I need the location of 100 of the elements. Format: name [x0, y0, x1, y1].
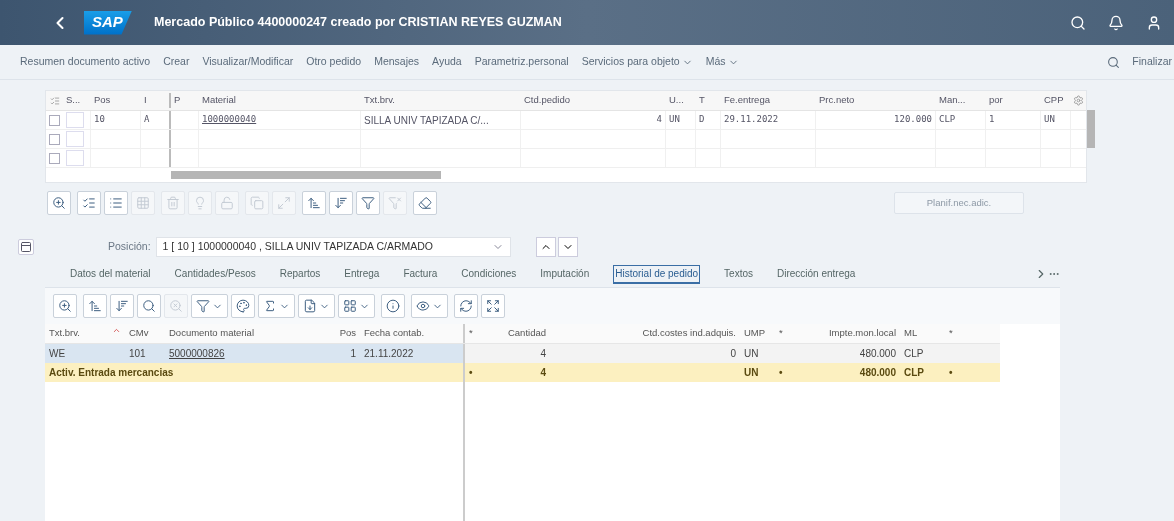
toolbar-button[interactable] [481, 294, 505, 318]
tab[interactable]: Historial de pedido [613, 264, 701, 284]
toolbar-button[interactable] [411, 294, 448, 318]
row-checkbox[interactable] [49, 133, 60, 145]
table-cell: D [699, 113, 705, 127]
column-header[interactable]: Txt.brv. [364, 94, 395, 106]
toolbar-button[interactable] [356, 191, 380, 215]
tab[interactable]: Dirección entrega [777, 264, 856, 284]
column-header[interactable]: CPP [1044, 94, 1064, 106]
column-header[interactable]: Documento material [169, 326, 254, 341]
toolbar-button[interactable] [302, 191, 326, 215]
menu-item[interactable]: Visualizar/Modificar [202, 54, 294, 70]
toolbar-button[interactable] [454, 294, 478, 318]
column-header[interactable]: S... [66, 94, 81, 106]
row-checkbox[interactable] [49, 152, 60, 164]
toolbar-button[interactable] [338, 294, 375, 318]
column-header[interactable]: T [699, 94, 705, 106]
previous-button[interactable] [535, 237, 556, 257]
column-header[interactable]: I [144, 94, 147, 106]
column-header[interactable]: Fe.entrega [724, 94, 770, 106]
horizontal-scrollbar[interactable] [171, 171, 441, 179]
table-cell: 29.11.2022 [724, 113, 779, 127]
toolbar-button[interactable] [47, 191, 71, 215]
column-header[interactable]: Prc.neto [819, 94, 855, 106]
column-header[interactable]: Material [202, 94, 236, 106]
search-icon[interactable] [1070, 14, 1086, 31]
tab[interactable]: Condiciones [461, 264, 517, 284]
column-header[interactable]: U... [669, 94, 684, 106]
user-icon[interactable] [1146, 14, 1162, 31]
column-header[interactable]: Ctd.pedido [524, 94, 570, 106]
column-header[interactable]: Ctd.costes ind.adquis. [642, 326, 736, 341]
tab[interactable]: Factura [403, 264, 438, 284]
toolbar-button[interactable] [381, 294, 405, 318]
bell-icon[interactable] [1108, 14, 1124, 31]
table-cell: CLP [939, 113, 956, 127]
toolbar-button[interactable] [329, 191, 353, 215]
column-header[interactable]: * [469, 326, 473, 341]
table-row[interactable]: WE 101 5000000826 1 21.11.2022 4 0 UN 480.000 CLP [45, 344, 1000, 363]
toolbar-button[interactable] [104, 191, 128, 215]
column-header[interactable]: Cantidad [507, 326, 546, 341]
toolbar-button[interactable] [77, 191, 101, 215]
menu-item[interactable]: Ayuda [432, 54, 462, 70]
status-field[interactable] [66, 131, 84, 147]
material-link[interactable]: 1000000040 [202, 113, 257, 127]
menu-item[interactable]: Mensajes [374, 54, 420, 70]
next-button[interactable] [557, 237, 578, 257]
menu-item[interactable]: Servicios para objeto [581, 54, 693, 70]
expand-icon [277, 196, 291, 210]
column-header[interactable]: Txt.brv. [49, 326, 80, 341]
tab[interactable]: Textos [724, 264, 753, 284]
status-field[interactable] [66, 150, 84, 166]
column-header[interactable]: P [174, 94, 181, 106]
toolbar-button[interactable] [298, 294, 335, 318]
column-header[interactable]: Pos [94, 94, 111, 106]
menu-item[interactable]: Otro pedido [306, 54, 362, 70]
column-header[interactable]: Man... [939, 94, 966, 106]
toolbar-button[interactable] [53, 294, 77, 318]
toolbar-button[interactable] [231, 294, 255, 318]
tab[interactable]: Imputación [540, 264, 590, 284]
table-cell: 120.000 [894, 113, 932, 127]
column-header[interactable]: por [989, 94, 1003, 106]
column-header[interactable]: ML [904, 326, 918, 341]
menu-item[interactable]: Más [705, 54, 739, 70]
settings-icon[interactable] [1073, 95, 1084, 106]
table-cell-text: • [469, 366, 473, 380]
tab[interactable]: Cantidades/Pesos [174, 264, 256, 284]
column-header[interactable]: Pos [339, 326, 356, 341]
unlock-icon [220, 196, 234, 210]
column-header[interactable]: CMv [129, 326, 149, 341]
toolbar-button[interactable] [191, 294, 228, 318]
collapse-icon[interactable] [18, 239, 34, 255]
column-header[interactable]: * [949, 326, 953, 341]
menu-item[interactable]: Parametriz.personal [474, 54, 569, 70]
toolbar-button[interactable] [110, 294, 134, 318]
menu-item[interactable]: Crear [163, 54, 190, 70]
position-dropdown[interactable]: 1 [ 10 ] 1000000040 , SILLA UNIV TAPIZADA C/ARMADO [155, 237, 511, 257]
tab[interactable]: Repartos [279, 264, 321, 284]
tab[interactable]: Datos del material [70, 264, 151, 284]
palette-icon [236, 299, 250, 313]
status-field[interactable] [66, 112, 84, 128]
menu-item[interactable]: Resumen documento activo [20, 54, 151, 70]
column-header[interactable]: UMP [744, 326, 766, 341]
toolbar-button[interactable] [258, 294, 295, 318]
toolbar-button[interactable] [137, 294, 161, 318]
finish-button[interactable]: Finalizar [1132, 54, 1172, 70]
tab[interactable]: Entrega [344, 264, 380, 284]
column-header[interactable]: Impte.mon.local [828, 326, 896, 341]
toolbar-button[interactable] [413, 191, 437, 215]
column-header[interactable]: Fecha contab. [364, 326, 425, 341]
total-row[interactable]: Activ. Entrada mercancias • 4 UN • 480.000 CLP • [45, 363, 1000, 382]
window-title: Mercado Público 4400000247 creado por CRISTIAN REYES GUZMAN [154, 14, 562, 32]
sort-ascending-icon [88, 299, 102, 313]
sort-descending-icon [115, 299, 129, 313]
column-header[interactable]: * [779, 326, 783, 341]
sort-descending-icon [334, 196, 348, 210]
vertical-scrollbar[interactable] [1087, 110, 1095, 148]
table-cell-text: SILLA UNIV TAPIZADA C/... [364, 113, 489, 128]
toolbar-button[interactable] [83, 294, 107, 318]
row-checkbox[interactable] [49, 114, 60, 126]
search-icon[interactable] [1107, 55, 1121, 69]
